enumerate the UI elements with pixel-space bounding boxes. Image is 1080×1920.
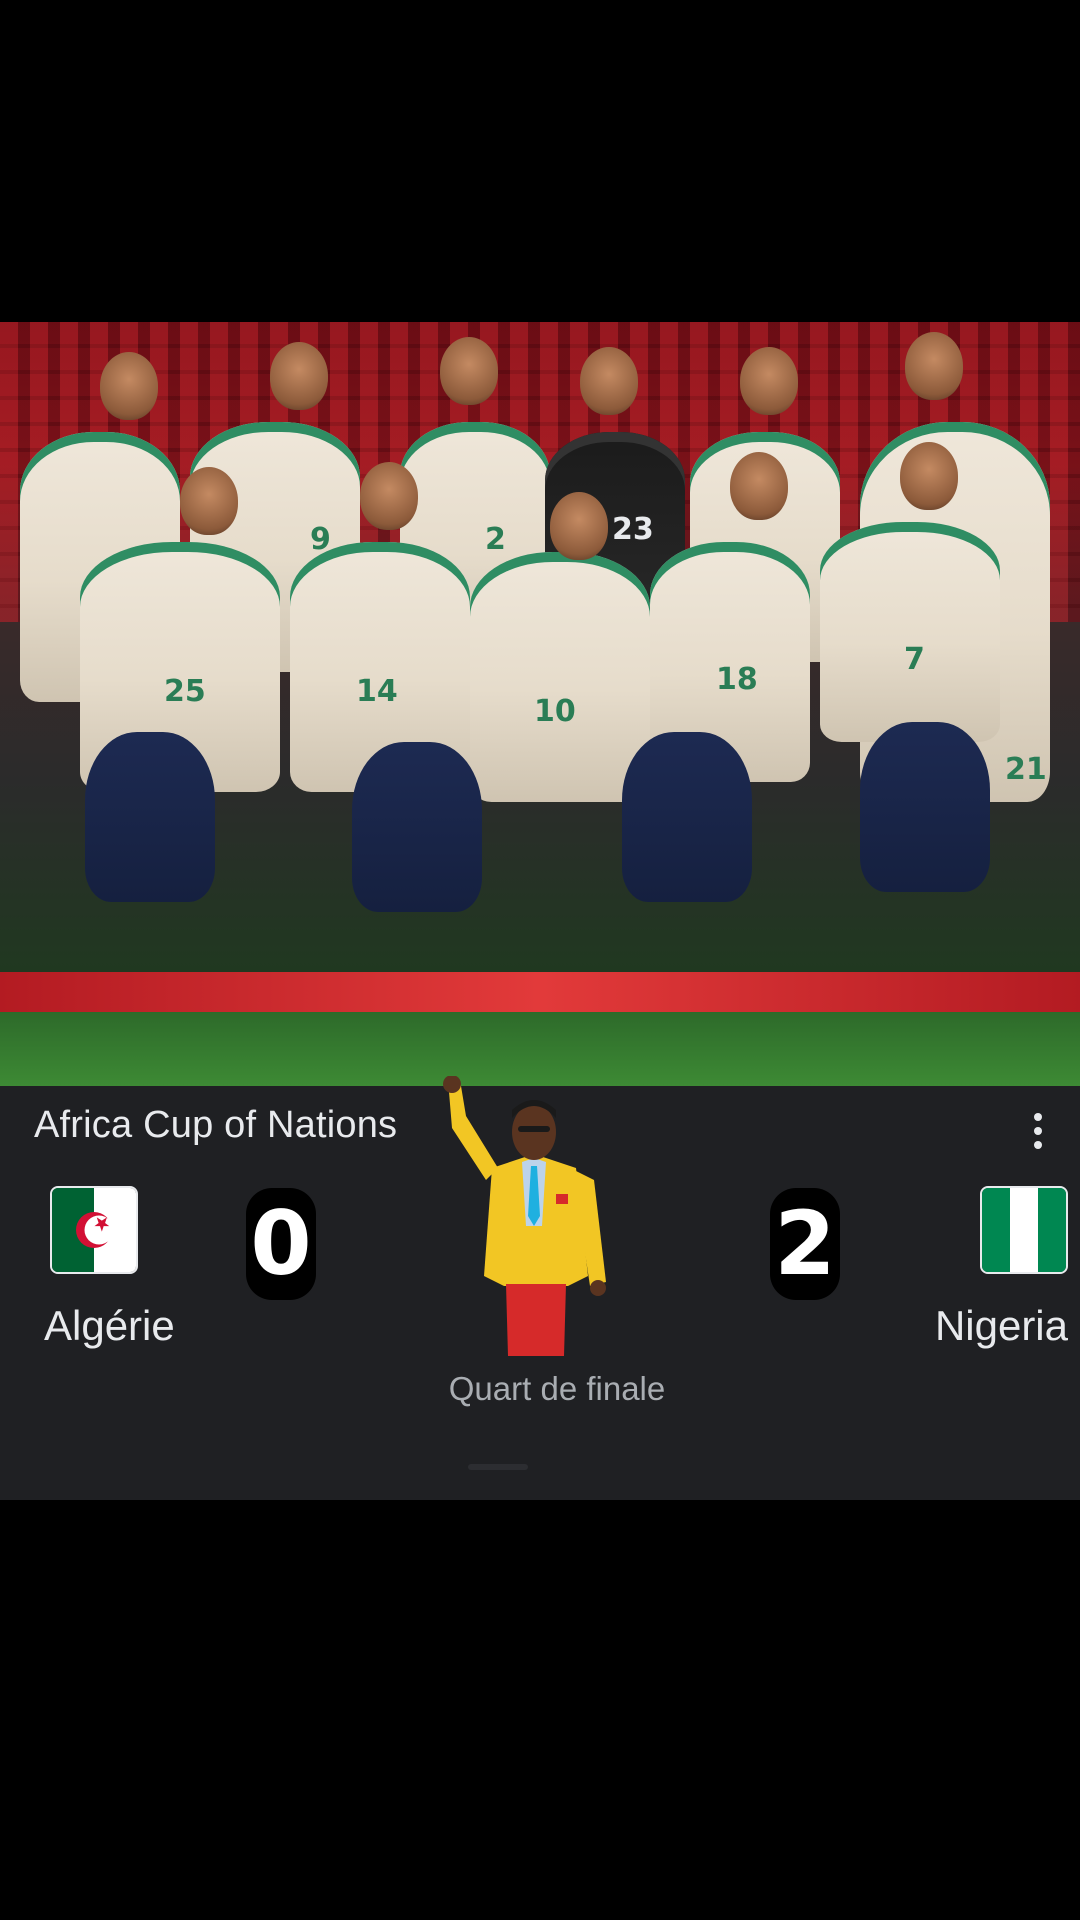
player-front-5 xyxy=(820,522,1000,742)
player-head xyxy=(360,462,418,530)
crouching-figure xyxy=(352,742,482,912)
advertising-board xyxy=(0,972,1080,1012)
nigeria-flag-icon xyxy=(980,1186,1068,1274)
player-head xyxy=(740,347,798,415)
player-head xyxy=(100,352,158,420)
player-head xyxy=(180,467,238,535)
crouching-figure xyxy=(860,722,990,892)
home-score: 0 xyxy=(246,1188,316,1300)
away-score: 2 xyxy=(770,1188,840,1300)
player-head xyxy=(900,442,958,510)
jersey-number: 2 xyxy=(485,522,506,557)
jersey-number: 18 xyxy=(716,662,758,697)
jersey-number: 7 xyxy=(904,642,925,677)
player-head xyxy=(550,492,608,560)
home-team-name[interactable]: Algérie xyxy=(44,1302,175,1350)
jersey-number: 10 xyxy=(534,694,576,729)
competition-title[interactable]: Africa Cup of Nations xyxy=(34,1104,397,1147)
man-in-yellow-suit-sticker xyxy=(443,1076,606,1356)
more-options-icon[interactable] xyxy=(1020,1106,1056,1156)
away-team-name[interactable]: Nigeria xyxy=(935,1302,1068,1350)
crouching-figure xyxy=(85,732,215,902)
player-head xyxy=(730,452,788,520)
crouching-figure xyxy=(622,732,752,902)
pitch xyxy=(0,1012,1080,1086)
card-handle xyxy=(468,1464,528,1470)
player-head xyxy=(580,347,638,415)
player-head xyxy=(440,337,498,405)
player-head xyxy=(270,342,328,410)
player-front-3 xyxy=(470,552,650,802)
jersey-number: 25 xyxy=(164,674,206,709)
match-round: Quart de finale xyxy=(448,1370,666,1407)
player-head xyxy=(905,332,963,400)
team-photo: 9 2 23 21 25 14 10 18 7 xyxy=(0,322,1080,1086)
screen: 9 2 23 21 25 14 10 18 7 Africa Cup of Na… xyxy=(0,0,1080,1920)
algeria-flag-icon xyxy=(50,1186,138,1274)
jersey-number: 14 xyxy=(356,674,398,709)
jersey-number: 23 xyxy=(612,512,654,547)
jersey-number: 21 xyxy=(1005,752,1047,787)
